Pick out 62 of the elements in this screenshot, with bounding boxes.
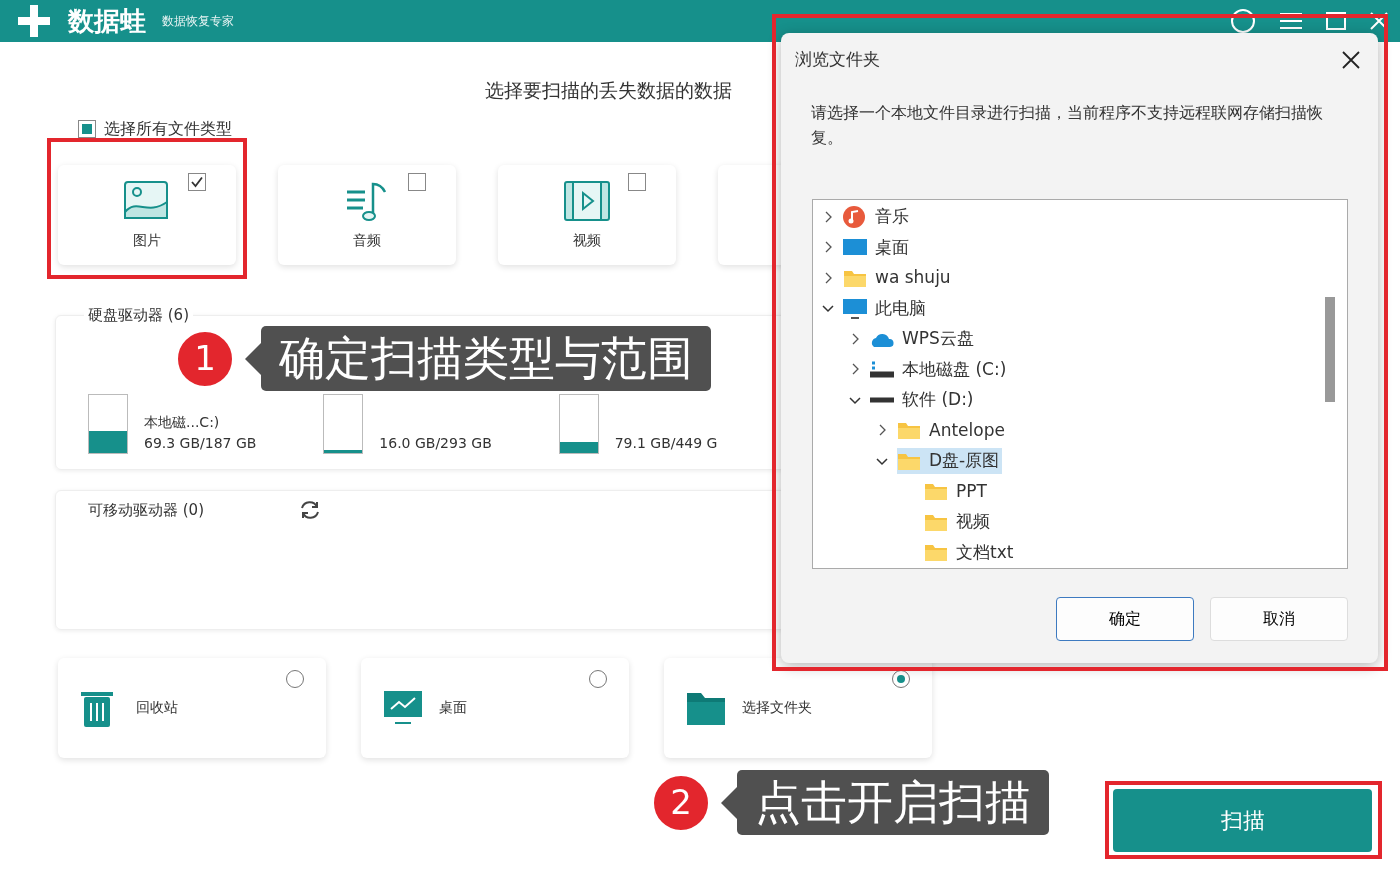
file-type-label: 视频 <box>573 231 601 250</box>
tree-item[interactable]: WPS云盘 <box>870 326 977 352</box>
drive-usage: 16.0 GB/293 GB <box>379 433 492 453</box>
drive-name: 本地磁...C:) <box>144 412 221 432</box>
file-type-card[interactable]: 音频 <box>278 164 456 265</box>
dialog-button[interactable]: 确定 <box>1056 596 1194 641</box>
callout-pointer <box>245 342 261 375</box>
maximize-icon[interactable] <box>1326 12 1346 30</box>
location-card[interactable]: 桌面 <box>361 657 629 758</box>
app-logo: 数据蛙 <box>68 4 146 38</box>
drive-icon <box>558 393 599 454</box>
callout-pointer <box>721 786 737 819</box>
file-type-label: 图片 <box>133 231 161 250</box>
tree-item[interactable]: PPT <box>924 478 990 505</box>
tree-item[interactable]: 软件 (D:) <box>870 387 977 413</box>
drive-icon <box>870 360 894 378</box>
image-icon <box>123 178 171 222</box>
monitor-icon <box>383 688 423 727</box>
logo-icon <box>16 3 52 39</box>
select-all-label: 选择所有文件类型 <box>104 117 232 140</box>
video-icon <box>563 178 611 222</box>
location-label: 选择文件夹 <box>742 698 812 717</box>
dialog-button[interactable]: 取消 <box>1210 596 1348 641</box>
page-heading: 选择要扫描的丢失数据的数据 <box>485 78 733 103</box>
checkbox[interactable] <box>408 172 426 191</box>
drive-usage: 79.1 GB/449 G <box>614 433 718 453</box>
tree-item[interactable]: 音乐 <box>843 204 912 230</box>
music-icon <box>843 205 867 228</box>
tree-item[interactable]: 此电脑 <box>843 295 929 322</box>
drive-icon <box>323 393 364 454</box>
tree-item[interactable]: 文档txt <box>924 539 1017 566</box>
file-type-card[interactable]: 图片 <box>58 164 236 265</box>
location-card[interactable]: 回收站 <box>58 657 326 758</box>
location-label: 桌面 <box>439 698 467 717</box>
close-icon[interactable] <box>1342 51 1360 69</box>
tree-item[interactable]: Antelope <box>897 417 1008 444</box>
tree-item[interactable]: 桌面 <box>843 234 912 261</box>
scan-button[interactable]: 扫描 <box>1113 789 1372 852</box>
tree-item[interactable]: 本地磁盘 (C:) <box>870 356 1010 383</box>
refresh-icon[interactable] <box>299 498 321 521</box>
select-all-checkbox[interactable] <box>78 119 96 138</box>
dialog-title: 浏览文件夹 <box>795 48 880 72</box>
location-card[interactable]: 选择文件夹 <box>664 657 932 758</box>
help-icon[interactable] <box>1230 8 1256 34</box>
section-title: 可移动驱动器 (0) <box>88 499 204 521</box>
dialog-message: 请选择一个本地文件目录进行扫描，当前程序不支持远程联网存储扫描恢复。 <box>810 103 1324 149</box>
menu-icon[interactable] <box>1280 12 1302 30</box>
location-label: 回收站 <box>136 698 178 717</box>
file-type-label: 音频 <box>353 231 381 250</box>
tree-item[interactable]: wa shuju <box>843 265 954 291</box>
file-type-card[interactable]: 视频 <box>498 164 676 265</box>
checkbox[interactable] <box>188 172 206 191</box>
app-subtitle: 数据恢复专家 <box>162 13 234 30</box>
computer-icon <box>843 297 867 320</box>
drive-usage: 69.3 GB/187 GB <box>144 433 257 453</box>
tree-item[interactable]: D盘-原图 <box>897 448 1003 474</box>
tree-item[interactable]: 视频 <box>924 509 993 535</box>
scrollbar-thumb[interactable] <box>1325 296 1335 402</box>
collapse-chevron-icon[interactable] <box>822 302 834 315</box>
checkbox[interactable] <box>628 172 646 191</box>
drive-icon <box>88 393 128 454</box>
drive-icon <box>870 396 894 403</box>
